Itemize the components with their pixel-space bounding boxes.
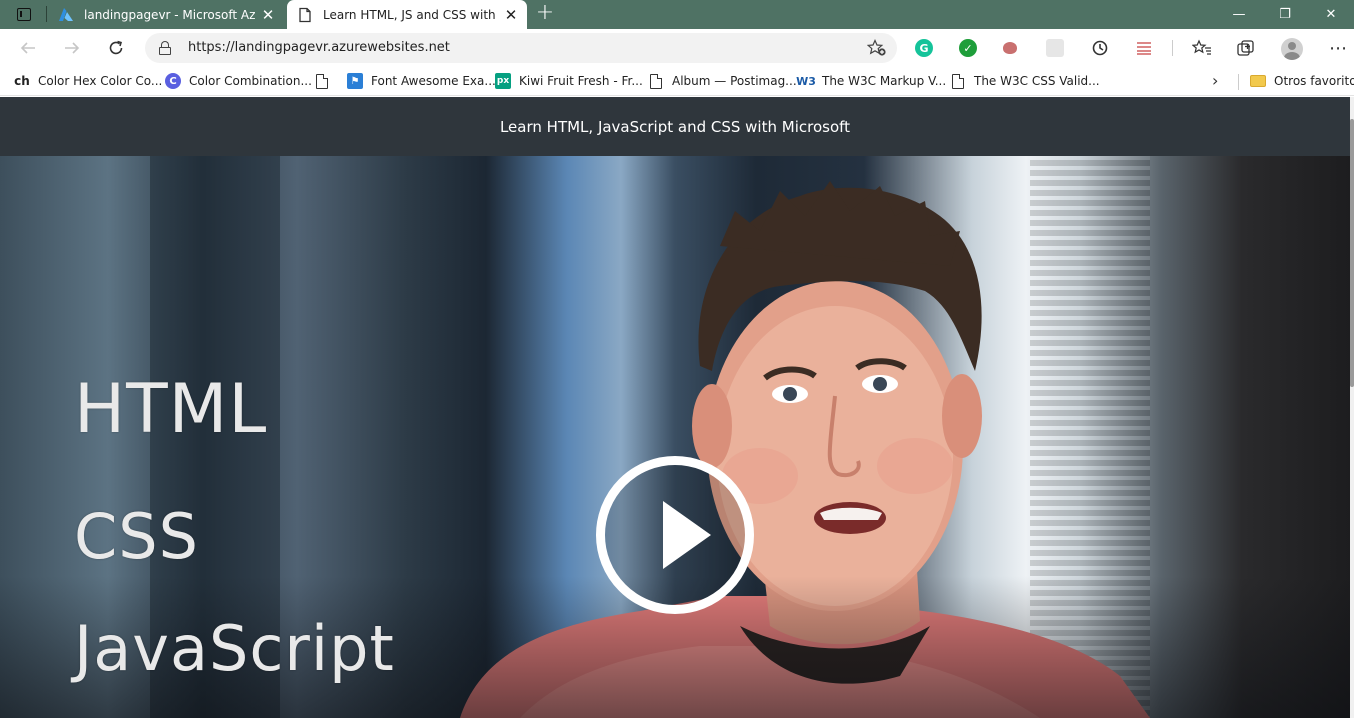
bookmark-label: Color Combination... [189,74,312,88]
forward-button[interactable] [57,33,87,63]
tab-actions-icon [17,7,31,21]
restore-button[interactable]: ❐ [1262,0,1308,29]
browser-toolbar: https://landingpagevr.azurewebsites.net … [0,29,1354,67]
overlay-line-css: CSS [74,500,200,573]
pexels-icon: px [495,73,511,89]
back-button[interactable] [13,33,43,63]
page-title: Learn HTML, JavaScript and CSS with Micr… [499,117,851,136]
scrollbar-thumb[interactable] [1350,119,1354,387]
close-tab-icon[interactable]: ✕ [256,6,280,24]
page-header: Learn HTML, JavaScript and CSS with Micr… [0,97,1350,156]
bookmark-label: The W3C Markup V... [822,74,947,88]
favorites-icon[interactable] [1190,36,1214,60]
tab-actions-button[interactable] [6,3,42,25]
bookmark-item[interactable]: px Kiwi Fruit Fresh - Fr... [495,67,643,95]
reload-button[interactable] [101,33,131,63]
tab-title: Learn HTML, JS and CSS with Mic [323,7,499,22]
play-icon [663,501,711,569]
azure-icon [59,7,73,21]
bookmark-label: Album — Postimag... [672,74,797,88]
address-bar[interactable]: https://landingpagevr.azurewebsites.net [145,33,897,63]
grammarly-extension-icon[interactable]: G [915,39,933,57]
bookmark-label: Kiwi Fruit Fresh - Fr... [519,74,643,88]
add-favorite-icon[interactable] [867,39,887,57]
bookmark-folder[interactable] [314,67,338,95]
colorhex-icon: ch [14,74,30,88]
bookmark-item[interactable]: Album — Postimag... [648,67,797,95]
web-page: Learn HTML, JavaScript and CSS with Micr… [0,97,1354,718]
page-icon [299,7,311,22]
window-controls: — ❐ ✕ [1216,0,1354,29]
folder-icon [1250,75,1266,87]
font-awesome-flag-icon: ⚑ [347,73,363,89]
bookmark-item[interactable]: The W3C CSS Valid... [950,67,1100,95]
more-menu-icon[interactable]: ⋯ [1326,36,1350,60]
back-arrow-icon [20,42,35,54]
bookmark-label: Color Hex Color Co... [38,74,163,88]
collections-icon[interactable] [1234,36,1258,60]
address-url: https://landingpagevr.azurewebsites.net [188,40,450,55]
forward-arrow-icon [65,42,80,54]
w3c-icon: W3 [796,74,816,88]
play-button[interactable] [596,456,754,614]
color-combination-icon: C [165,73,181,89]
tab-learn-html[interactable]: Learn HTML, JS and CSS with Mic ✕ [287,0,527,29]
bookmarks-separator [1238,74,1239,90]
reload-icon [109,40,123,55]
apple-extension-icon[interactable] [1003,42,1017,54]
video-player[interactable]: HTML CSS JavaScript [0,156,1350,718]
chevron-right-icon[interactable]: › [1212,71,1218,90]
lock-icon[interactable] [159,41,171,55]
tab-azure[interactable]: landingpagevr - Microsoft Azure ✕ [48,0,284,29]
bookmark-item[interactable]: ch Color Hex Color Co... [14,67,162,95]
vertical-scrollbar[interactable] [1350,97,1354,718]
page-icon [316,73,328,89]
overlay-line-javascript: JavaScript [74,612,395,685]
bookmark-label: Font Awesome Exa... [371,74,496,88]
toolbar-separator [1172,40,1173,56]
tab-title: landingpagevr - Microsoft Azure [84,7,256,22]
grid-extension-icon[interactable] [1046,39,1064,57]
tab-strip: landingpagevr - Microsoft Azure ✕ Learn … [0,0,1354,29]
checkmark-extension-icon[interactable]: ✓ [959,39,977,57]
bookmark-label: The W3C CSS Valid... [974,74,1100,88]
page-icon [952,73,964,89]
close-tab-icon[interactable]: ✕ [499,6,523,24]
other-favorites-label: Otros favoritos [1274,74,1354,88]
tab-separator [46,6,47,22]
close-window-button[interactable]: ✕ [1308,0,1354,29]
bookmarks-bar: ch Color Hex Color Co... C Color Combina… [0,67,1354,96]
minimize-button[interactable]: — [1216,0,1262,29]
sync-extension-icon[interactable] [1088,36,1112,60]
new-tab-button[interactable]: + [532,2,558,26]
page-icon [650,73,662,89]
overlay-line-html: HTML [74,370,268,449]
bookmark-item[interactable]: W3 The W3C Markup V... [796,67,947,95]
lines-extension-icon[interactable] [1132,36,1156,60]
bookmark-item[interactable]: C Color Combination... [165,67,312,95]
profile-avatar[interactable] [1281,38,1303,60]
bookmark-item[interactable]: ⚑ Font Awesome Exa... [347,67,496,95]
other-favorites-folder[interactable]: Otros favoritos [1250,67,1354,95]
